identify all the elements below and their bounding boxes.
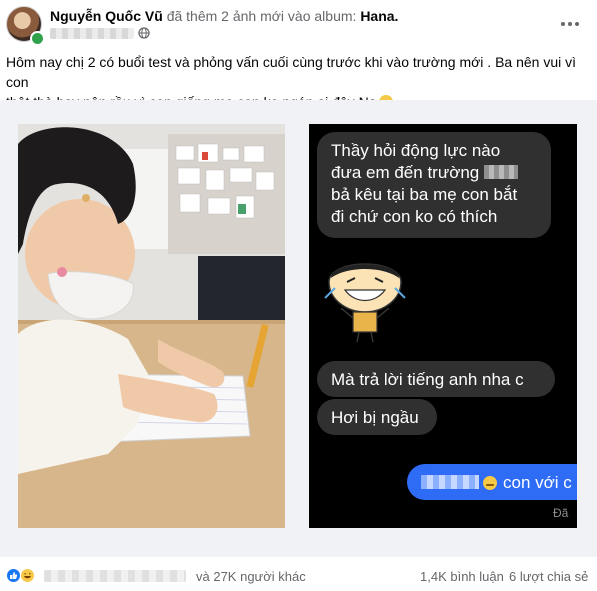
album-link[interactable]: Hana. xyxy=(360,8,398,24)
sticker-icon xyxy=(324,263,406,343)
reaction-others-text[interactable]: và 27K người khác xyxy=(196,569,306,584)
comments-count[interactable]: 1,4K bình luận xyxy=(420,569,504,584)
action-text: đã thêm 2 ảnh mới vào album: xyxy=(166,8,357,24)
chat-message-1-line-3: bả kêu tại ba mẹ con bắt xyxy=(331,185,518,204)
globe-icon xyxy=(138,27,150,39)
shares-count[interactable]: 6 lượt chia sẻ xyxy=(509,569,588,584)
author-name[interactable]: Nguyễn Quốc Vũ xyxy=(50,8,163,24)
chat-message-1-line-4: đi chứ con ko có thích xyxy=(331,207,498,226)
chat-message-sent: con với c xyxy=(407,464,577,500)
chat-message-2: Mà trả lời tiếng anh nha c xyxy=(317,361,555,397)
like-reaction-icon[interactable] xyxy=(6,568,21,583)
blurred-school-name xyxy=(484,165,518,179)
chat-message-3: Hơi bị ngầu xyxy=(317,399,437,435)
post-header: Nguyễn Quốc Vũ đã thêm 2 ảnh mới vào alb… xyxy=(0,0,597,48)
blurred-timestamp[interactable] xyxy=(50,27,134,39)
blurred-sent-text xyxy=(421,475,479,489)
post-footer: và 27K người khác 1,4K bình luận 6 lượt … xyxy=(0,560,597,591)
chat-message-sent-text: con với c xyxy=(503,473,572,492)
seen-label: Đã xyxy=(553,506,569,520)
chat-message-1-line-2: đưa em đến trường xyxy=(331,162,537,184)
caption-line-1: Hôm nay chị 2 có buổi test và phỏng vấn … xyxy=(6,54,577,90)
blurred-reactor-names[interactable] xyxy=(44,570,186,582)
grin-emoji-icon xyxy=(483,476,497,490)
more-options-icon[interactable] xyxy=(555,14,585,34)
online-status-dot xyxy=(30,31,45,46)
author-line: Nguyễn Quốc Vũ đã thêm 2 ảnh mới vào alb… xyxy=(50,8,398,24)
chat-message-1-line-1: Thầy hỏi động lực nào xyxy=(331,141,501,160)
post-meta xyxy=(50,26,150,40)
photo-chat-screenshot[interactable]: Thầy hỏi động lực nào đưa em đến trường … xyxy=(309,124,577,528)
photo-grid: Thầy hỏi động lực nào đưa em đến trường … xyxy=(0,100,597,557)
haha-reaction-icon[interactable] xyxy=(20,568,35,583)
chat-message-1: Thầy hỏi động lực nào đưa em đến trường … xyxy=(317,132,551,238)
photo-girl-writing[interactable] xyxy=(18,124,285,528)
